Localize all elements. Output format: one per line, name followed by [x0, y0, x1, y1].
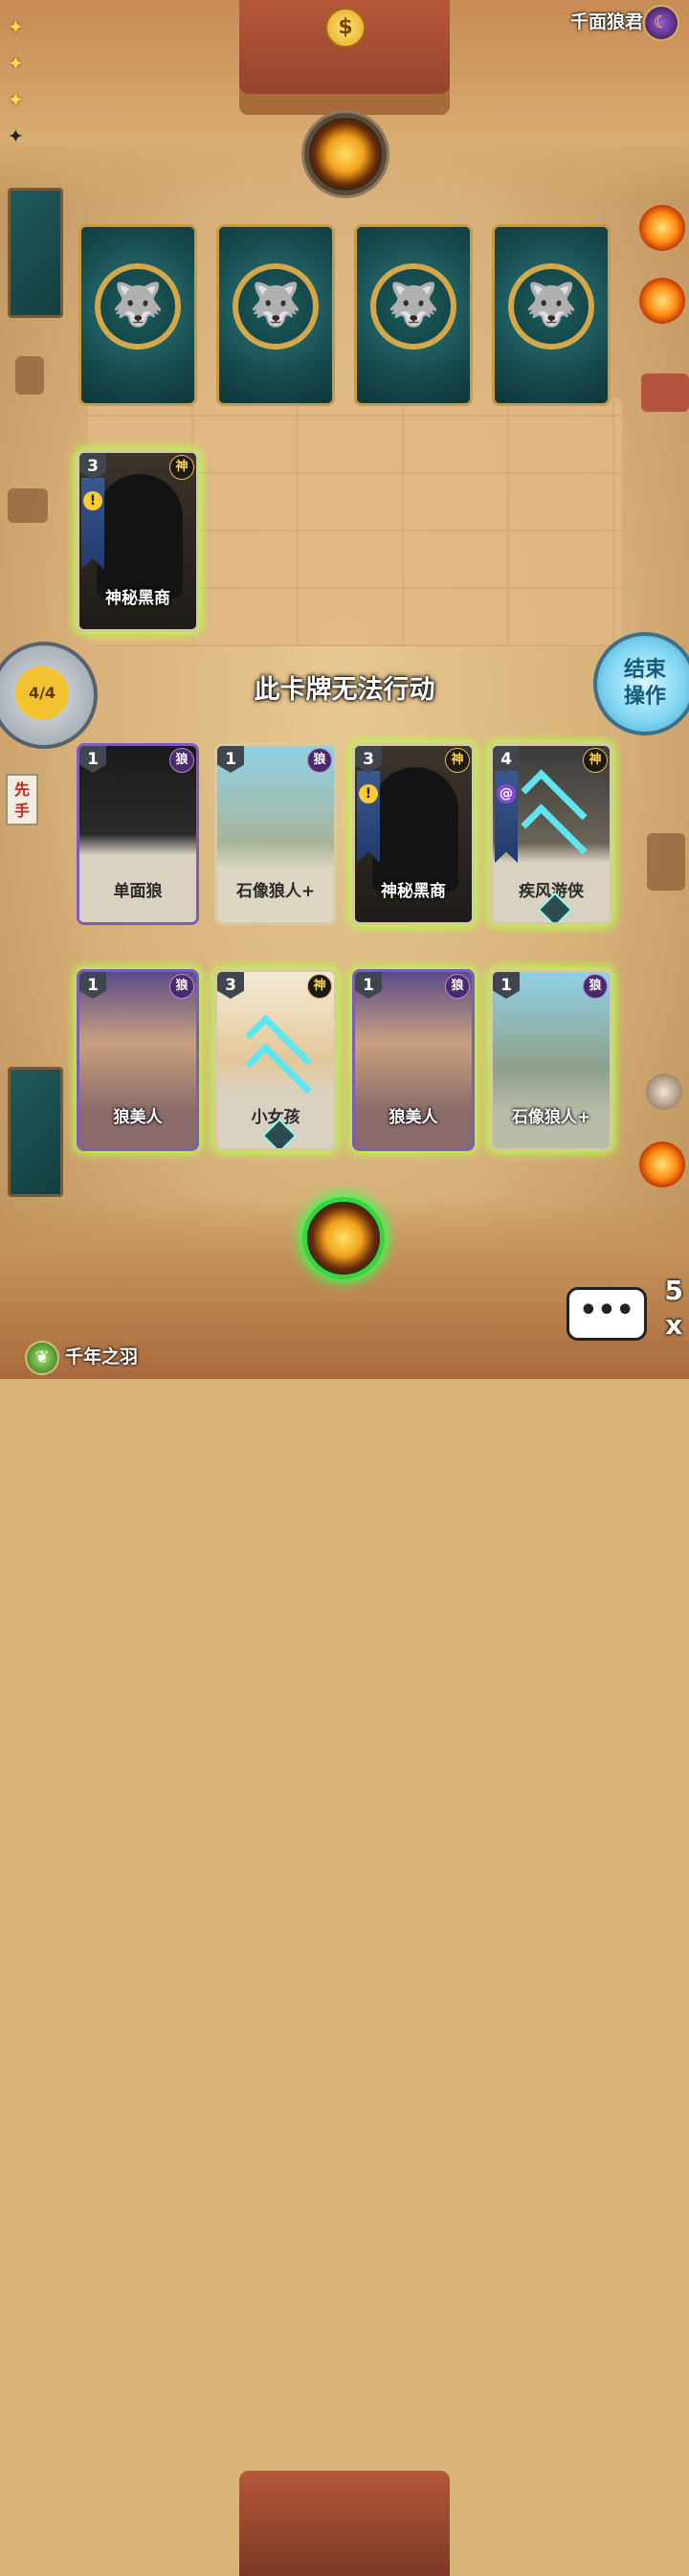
status-message: 此卡牌无法行动: [254, 675, 435, 705]
card-type-badge: 神: [307, 974, 332, 999]
card-type-badge: 狼: [307, 748, 332, 773]
fire-orb-icon: [639, 278, 685, 324]
player-field-card[interactable]: 3 ! 神 神秘黑商: [352, 743, 475, 925]
crate-decoration: [8, 488, 48, 523]
opponent-eye-orb-icon: [304, 113, 387, 195]
masked-wolf-icon[interactable]: ☾: [643, 5, 679, 41]
card-name: 单面狼: [113, 882, 163, 901]
player-hand-card[interactable]: 1 狼 狼美人: [77, 969, 199, 1151]
alert-icon: !: [359, 784, 378, 803]
first-player-char1: 先: [13, 780, 30, 799]
card-name: 狼美人: [389, 1108, 438, 1127]
player-field-card[interactable]: 4 @ 神 疾风游侠: [490, 743, 612, 925]
speed-button[interactable]: 5 x: [665, 1274, 683, 1343]
player-field-card[interactable]: 1 狼 单面狼: [77, 743, 199, 925]
card-type-badge: 狼: [169, 974, 194, 999]
end-turn-button[interactable]: 结束 操作: [593, 632, 689, 735]
end-turn-label-line2: 操作: [623, 685, 666, 709]
player-hand-card[interactable]: 1 狼 狼美人: [352, 969, 475, 1151]
opponent-card-back: 🐺: [354, 224, 473, 406]
player-field-card[interactable]: 1 狼 石像狼人+: [214, 743, 337, 925]
fire-orb-icon: [639, 205, 685, 251]
gold-coin-icon: $: [325, 8, 366, 48]
player-name: 千年之羽: [65, 1346, 139, 1367]
alert-icon: !: [83, 491, 102, 510]
wolf-emblem-icon: 🐺: [387, 281, 440, 329]
card-type-badge: 狼: [445, 974, 470, 999]
card-type-badge: 神: [583, 748, 608, 773]
opponent-card-back: 🐺: [492, 224, 611, 406]
wolf-medal-icon: ✦: [8, 88, 24, 111]
empty-orb-icon: [643, 1071, 685, 1113]
speed-value: 5: [664, 1275, 683, 1306]
wolf-emblem-icon: 🐺: [524, 281, 578, 329]
wolf-medal-icon: ✦: [8, 52, 24, 75]
card-type-badge: 神: [169, 455, 194, 480]
end-turn-label-line1: 结束: [623, 658, 666, 682]
shadow-silhouette: [97, 474, 183, 599]
fire-orb-icon: [639, 1141, 685, 1187]
opponent-deck: [8, 188, 63, 318]
wolf-medal-dark-icon: ✦: [8, 124, 24, 147]
first-player-char2: 手: [13, 802, 30, 820]
first-player-tag: 先 手: [6, 774, 38, 825]
crate-decoration: [647, 833, 685, 891]
card-name: 石像狼人+: [511, 1108, 591, 1127]
wolf-medal-icon: ✦: [8, 15, 24, 38]
shadow-silhouette: [372, 767, 458, 892]
player-house: [239, 2471, 450, 2576]
player-hand-card[interactable]: 3 神 小女孩: [214, 969, 337, 1151]
opponent-field-card[interactable]: 3 ! 神 神秘黑商: [77, 450, 199, 632]
crate-decoration: [15, 356, 44, 395]
wolf-emblem-icon: 🐺: [111, 281, 165, 329]
card-name: 狼美人: [113, 1108, 163, 1127]
player-eye-orb-icon[interactable]: [302, 1197, 385, 1279]
magic-swirl-icon: @: [497, 784, 516, 803]
speed-unit: x: [665, 1309, 683, 1341]
card-name: 石像狼人+: [235, 882, 316, 901]
opponent-card-back: 🐺: [216, 224, 335, 406]
card-type-badge: 神: [445, 748, 470, 773]
player-hand-card[interactable]: 1 狼 石像狼人+: [490, 969, 612, 1151]
wolf-emblem-icon: 🐺: [249, 281, 302, 329]
feather-icon[interactable]: ❦: [25, 1341, 59, 1375]
card-name: 神秘黑商: [381, 882, 446, 901]
signboard-decoration: [641, 373, 689, 412]
opponent-name: 千面狼君: [569, 11, 643, 33]
opponent-card-back: 🐺: [78, 224, 197, 406]
card-name: 神秘黑商: [105, 589, 170, 608]
player-deck[interactable]: [8, 1067, 63, 1197]
chat-button[interactable]: •••: [567, 1287, 647, 1341]
card-type-badge: 狼: [583, 974, 608, 999]
card-type-badge: 狼: [169, 748, 194, 773]
